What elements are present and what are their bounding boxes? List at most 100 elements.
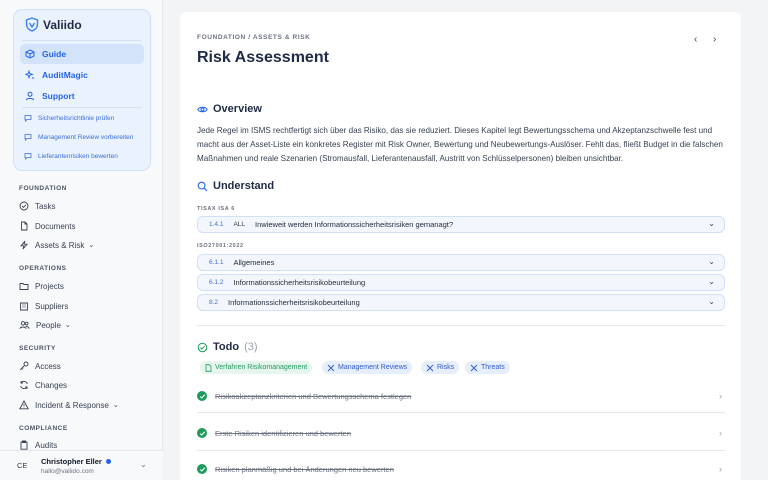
section-heading-understand: Understand <box>197 180 274 192</box>
nav-item-audits[interactable]: Audits <box>19 440 57 450</box>
requirement-code: 6.1.1 <box>209 259 224 266</box>
nav-item-assets-risk[interactable]: Assets & Risk ⌄ <box>19 240 94 250</box>
tag-threats[interactable]: Threats <box>465 361 510 374</box>
check-circle-icon <box>197 342 208 352</box>
refresh-icon <box>20 381 28 389</box>
section-heading-todo: Todo (3) <box>197 341 258 353</box>
user-menu[interactable]: CE Christopher Eller hallo@valiido.com ⌄ <box>0 450 163 480</box>
online-status-dot <box>105 459 111 464</box>
sidebar: Valiido Guide AuditMagic Support Sicherh… <box>0 0 163 480</box>
shield-logo-icon <box>25 17 39 32</box>
requirement-text: Inwieweit werden Informationssicherheits… <box>255 220 454 229</box>
search-icon <box>197 181 208 191</box>
chevron-right-icon: › <box>719 391 722 401</box>
building-icon <box>20 302 28 311</box>
tools-icon <box>327 364 335 371</box>
requirement-row[interactable]: 6.1.1 Allgemeines ⌄ <box>197 254 725 271</box>
nav-item-changes[interactable]: Changes <box>19 380 67 390</box>
folder-icon <box>19 283 29 290</box>
checkmark-icon[interactable] <box>197 428 207 438</box>
key-icon <box>19 361 29 371</box>
warning-icon <box>19 400 29 410</box>
divider <box>197 450 725 451</box>
tag-management-reviews[interactable]: Management Reviews <box>322 361 413 374</box>
section-title-compliance: COMPLIANCE <box>19 425 68 432</box>
todo-item[interactable]: Risikoakzeptanzkriterien und Bewertungss… <box>197 387 725 405</box>
todo-text: Erste Risiken identifizieren und bewerte… <box>215 428 351 438</box>
prev-page-button[interactable]: ‹ <box>694 34 697 45</box>
chevron-down-icon: ⌄ <box>708 297 715 306</box>
framework-label-tisax: TISAX ISA 6 <box>197 206 235 212</box>
chevron-down-icon: ⌄ <box>708 257 715 266</box>
todo-text: Risiken planmäßig und bei Änderungen neu… <box>215 464 394 474</box>
user-email: hallo@valiido.com <box>41 468 94 475</box>
page-title: Risk Assessment <box>197 49 329 66</box>
chevron-down-icon: ⌄ <box>88 242 95 249</box>
todo-text: Risikoakzeptanzkriterien und Bewertungss… <box>215 391 412 401</box>
chat-bubble-icon <box>24 115 32 122</box>
framework-label-iso: ISO27001:2022 <box>197 243 244 249</box>
nav-item-incident-response[interactable]: Incident & Response ⌄ <box>19 400 119 410</box>
requirement-text: Informationssicherheitsrisikobeurteilung <box>228 298 360 307</box>
user-name: Christopher Eller <box>41 457 111 466</box>
chevron-down-icon: ⌄ <box>112 402 119 409</box>
assistant-item-auditmagic[interactable]: AuditMagic <box>20 65 144 85</box>
divider <box>22 40 142 41</box>
next-page-button[interactable]: › <box>713 34 716 45</box>
checkmark-icon[interactable] <box>197 391 207 401</box>
assistant-item-guide[interactable]: Guide <box>20 44 144 64</box>
check-circle-icon <box>19 201 29 211</box>
assistant-item-label: AuditMagic <box>42 70 88 80</box>
nav-item-documents[interactable]: Documents <box>19 221 75 231</box>
eye-icon <box>197 106 208 112</box>
user-icon <box>26 91 34 101</box>
requirement-code: 8.2 <box>209 299 219 306</box>
todo-item[interactable]: Risiken planmäßig und bei Änderungen neu… <box>197 460 725 478</box>
todo-item[interactable]: Erste Risiken identifizieren und bewerte… <box>197 424 725 442</box>
prompt-suggestion[interactable]: Sicherheitsrichtlinie prüfen <box>24 114 114 122</box>
chevron-down-icon[interactable]: ⌄ <box>140 460 147 469</box>
assistant-panel: Valiido Guide AuditMagic Support Sicherh… <box>13 9 151 171</box>
main-content: FOUNDATION / ASSETS & RISK Risk Assessme… <box>180 12 741 480</box>
requirement-text: Informationssicherheitsrisikobeurteilung <box>233 278 366 287</box>
nav-item-projects[interactable]: Projects <box>19 281 64 291</box>
section-title-operations: OPERATIONS <box>19 265 67 272</box>
todo-count: (3) <box>244 341 258 353</box>
sparkle-icon <box>25 70 35 80</box>
requirement-code: 6.1.2 <box>209 279 224 286</box>
assistant-item-support[interactable]: Support <box>20 86 144 106</box>
avatar: CE <box>17 461 28 470</box>
divider <box>197 412 725 413</box>
chevron-right-icon: › <box>719 464 722 474</box>
tag-risks[interactable]: Risks <box>421 361 460 374</box>
bolt-icon <box>20 240 28 250</box>
nav-item-people[interactable]: People ⌄ <box>19 320 71 330</box>
section-title-security: SECURITY <box>19 345 56 352</box>
checkmark-icon[interactable] <box>197 464 207 474</box>
section-title-foundation: FOUNDATION <box>19 185 67 192</box>
assistant-item-label: Support <box>42 91 75 101</box>
tools-icon <box>426 364 434 371</box>
divider <box>197 325 725 326</box>
prompt-suggestion[interactable]: Management Review vorbereiten <box>24 133 133 141</box>
requirement-text: Allgemeines <box>233 258 275 267</box>
cube-icon <box>25 49 35 59</box>
requirement-row[interactable]: 6.1.2 Informationssicherheitsrisikobeurt… <box>197 274 725 291</box>
clipboard-icon <box>20 440 28 450</box>
nav-item-tasks[interactable]: Tasks <box>19 201 55 211</box>
prompt-suggestion[interactable]: Lieferantenrisiken bewerten <box>24 152 118 160</box>
requirement-code: 1.4.1 <box>209 221 224 228</box>
assistant-item-label: Guide <box>42 49 67 59</box>
tools-icon <box>470 364 478 371</box>
chevron-down-icon: ⌄ <box>708 219 715 228</box>
nav-item-access[interactable]: Access <box>19 361 61 371</box>
requirement-scope: ALL <box>233 221 246 228</box>
divider <box>22 107 142 108</box>
requirement-row[interactable]: 8.2 Informationssicherheitsrisikobeurtei… <box>197 294 725 311</box>
app-name: Valiido <box>43 17 82 32</box>
requirement-row[interactable]: 1.4.1 ALL Inwieweit werden Informationss… <box>197 216 725 233</box>
nav-item-suppliers[interactable]: Suppliers <box>19 301 68 311</box>
chevron-right-icon: › <box>719 428 722 438</box>
tag-verfahren-risikomanagement[interactable]: Verfahren Risikomanagement <box>200 361 313 374</box>
logo[interactable]: Valiido <box>25 17 82 32</box>
